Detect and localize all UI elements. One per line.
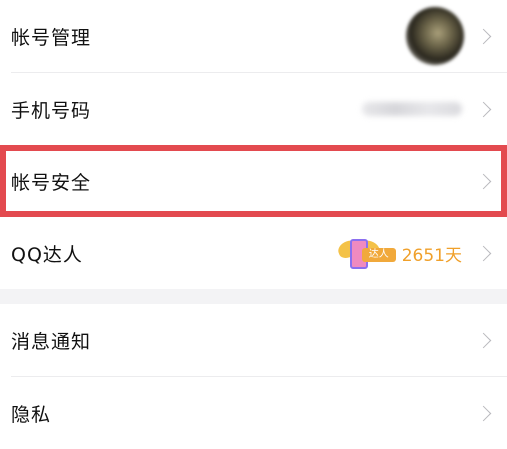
daren-badge-text: 达人 bbox=[361, 248, 396, 262]
row-qq-daren[interactable]: QQ达人 达人 2651天 bbox=[0, 217, 507, 289]
phone-number-label: 手机号码 bbox=[11, 99, 92, 122]
row-right bbox=[362, 101, 493, 117]
row-right: 达人 2651天 bbox=[335, 237, 493, 269]
row-account-security[interactable]: 帐号安全 bbox=[0, 145, 507, 217]
section-gap bbox=[0, 289, 507, 304]
row-account-management[interactable]: 帐号管理 bbox=[0, 0, 507, 72]
account-management-label: 帐号管理 bbox=[11, 26, 92, 49]
row-right bbox=[475, 332, 493, 348]
row-right bbox=[406, 7, 493, 65]
avatar bbox=[406, 7, 464, 65]
settings-group-general: 消息通知 隐私 bbox=[0, 304, 507, 449]
row-right bbox=[475, 405, 493, 421]
settings-group-account: 帐号管理 手机号码 帐号安全 QQ达人 达人 2651天 bbox=[0, 0, 507, 289]
daren-badge: 达人 2651天 bbox=[335, 237, 462, 269]
row-right bbox=[475, 173, 493, 189]
privacy-label: 隐私 bbox=[11, 403, 52, 426]
daren-days: 2651天 bbox=[401, 245, 462, 266]
chevron-right-icon bbox=[475, 173, 492, 189]
qq-daren-label: QQ达人 bbox=[11, 243, 83, 266]
chevron-right-icon bbox=[475, 245, 492, 261]
chevron-right-icon bbox=[475, 332, 492, 348]
chevron-right-icon bbox=[475, 101, 492, 117]
chevron-right-icon bbox=[475, 28, 492, 44]
daren-badge-icon: 达人 bbox=[335, 237, 396, 269]
row-notifications[interactable]: 消息通知 bbox=[0, 304, 507, 376]
chevron-right-icon bbox=[475, 405, 492, 421]
row-phone-number[interactable]: 手机号码 bbox=[0, 73, 507, 145]
row-privacy[interactable]: 隐私 bbox=[0, 377, 507, 449]
notifications-label: 消息通知 bbox=[11, 330, 92, 353]
account-security-label: 帐号安全 bbox=[11, 171, 92, 194]
phone-number-blurred bbox=[362, 102, 462, 116]
